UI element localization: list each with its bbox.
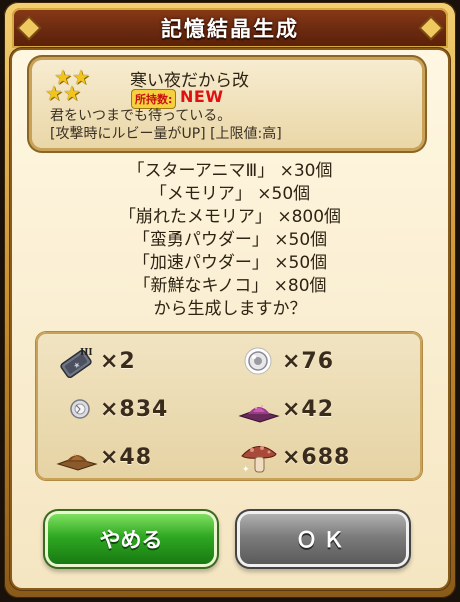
title-ornament-right (421, 18, 441, 38)
svg-text:✦: ✦ (242, 465, 250, 474)
material-count: ×834 (100, 396, 169, 422)
material-count: ×76 (282, 348, 335, 374)
rarity-stars-icon: ★ ★ ★ ★ (45, 65, 90, 105)
material-count: ×42 (282, 396, 335, 422)
item-effect: [攻撃時にルビー量がUP] [上限値:高] (50, 126, 282, 142)
star-anima-iii-icon: ★ III (56, 344, 100, 379)
materials-panel: ★ III ×2 ×76 ×834 ×42 ×48 ✦ ×688 (36, 332, 422, 480)
confirmation-line: 「スターアニマⅢ」 ×30個 (127, 161, 333, 181)
confirmation-line: 「メモリア」 ×50個 (149, 184, 311, 204)
material-count: ×2 (100, 348, 136, 374)
confirmation-line: 「新鮮なキノコ」 ×80個 (133, 276, 327, 296)
item-info-card: ★ ★ ★ ★ 寒い夜だから改 所持数: NEW 君をいつまでも待っている。 [… (32, 60, 422, 148)
mushroom-icon: ✦ (238, 440, 282, 475)
ok-button[interactable]: ＯＫ (240, 514, 406, 564)
owned-value: NEW (180, 87, 224, 106)
item-description-block: 君をいつまでも待っている。 [攻撃時にルビー量がUP] [上限値:高] (50, 107, 282, 143)
dialog-titlebar: 記憶結晶生成 (12, 8, 448, 48)
valor-powder-icon (238, 392, 282, 426)
material-item: ×42 (238, 392, 334, 426)
svg-text:III: III (80, 348, 93, 358)
material-item: ×48 (56, 440, 152, 474)
confirmation-line: 「加速パウダー」 ×50個 (132, 253, 328, 273)
cancel-button[interactable]: やめる (48, 514, 214, 564)
memoria-icon (238, 344, 282, 378)
dialog-title: 記憶結晶生成 (161, 17, 299, 41)
confirmation-line: 「崩れたメモリア」 ×800個 (118, 207, 342, 227)
speed-powder-icon (56, 440, 100, 474)
title-ornament-left (19, 18, 39, 38)
item-description: 君をいつまでも待っている。 (50, 108, 232, 124)
material-item: ×76 (238, 344, 334, 378)
confirmation-line: 「蛮勇パウダー」 ×50個 (132, 230, 328, 250)
confirmation-question: から生成しますか？ (153, 299, 307, 319)
material-item: ×834 (56, 392, 168, 426)
confirmation-text: 「スターアニマⅢ」 ×30個 「メモリア」 ×50個 「崩れたメモリア」 ×80… (20, 160, 440, 321)
material-item: ★ III ×2 (56, 344, 136, 379)
owned-label: 所持数: (132, 90, 176, 108)
material-item: ✦ ×688 (238, 440, 351, 475)
material-count: ×688 (282, 444, 351, 470)
broken-memoria-icon (56, 392, 100, 426)
material-count: ×48 (100, 444, 153, 470)
